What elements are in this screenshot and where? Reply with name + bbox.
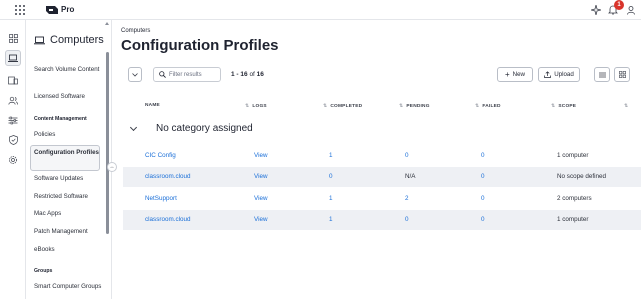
sidebar-item-configuration-profiles[interactable]: Configuration Profiles xyxy=(34,149,102,157)
profile-name-link[interactable]: NetSupport xyxy=(145,195,177,202)
bell-icon[interactable]: 1 xyxy=(606,0,624,17)
scope-text: 2 computers xyxy=(557,195,592,202)
failed-count[interactable]: 0 xyxy=(481,173,485,180)
shield-icon[interactable] xyxy=(5,132,21,148)
collapse-sidebar-button[interactable]: ↔ xyxy=(107,162,117,172)
upload-icon xyxy=(544,71,552,78)
sidebar-section-content-management: Content Management xyxy=(34,116,87,122)
sidebar-item-search-volume-content[interactable]: Search Volume Content xyxy=(34,66,102,74)
table-row[interactable]: classroom.cloud View 0 N/A 0 No scope de… xyxy=(123,167,641,187)
logs-view-link[interactable]: View xyxy=(254,195,268,202)
user-icon[interactable] xyxy=(624,3,638,17)
logs-view-link[interactable]: View xyxy=(254,173,268,180)
sidebar-item-policies[interactable]: Policies xyxy=(34,131,102,139)
jamf-logo-icon xyxy=(46,6,58,14)
column-header-pending[interactable]: ⇅ PENDING xyxy=(399,103,430,109)
breadcrumb[interactable]: Computers xyxy=(121,28,150,34)
grid-view-icon xyxy=(618,71,626,78)
filter-placeholder: Filter results xyxy=(169,71,202,78)
sidebar-item-restricted-software[interactable]: Restricted Software xyxy=(34,193,102,201)
table-row[interactable]: classroom.cloud View 1 0 0 1 computer xyxy=(123,210,641,230)
scope-text: No scope defined xyxy=(557,173,607,180)
sidebar-item-smart-computer-groups[interactable]: Smart Computer Groups xyxy=(34,283,102,291)
page-title: Configuration Profiles xyxy=(121,37,279,54)
scope-text: 1 computer xyxy=(557,152,589,159)
category-chevron-icon[interactable] xyxy=(129,123,138,132)
list-view-button[interactable] xyxy=(594,67,610,82)
sidebar-item-software-updates[interactable]: Software Updates xyxy=(34,175,102,183)
completed-count[interactable]: 0 xyxy=(329,173,333,180)
table-row[interactable]: CIC Config View 1 0 0 1 computer xyxy=(123,146,641,166)
failed-count[interactable]: 0 xyxy=(481,216,485,223)
dashboard-icon[interactable] xyxy=(5,30,21,46)
sidebar-item-ebooks[interactable]: eBooks xyxy=(34,246,102,254)
brand-name: Pro xyxy=(61,5,75,14)
scope-text: 1 computer xyxy=(557,216,589,223)
profile-name-link[interactable]: classroom.cloud xyxy=(145,173,191,180)
top-bar: Pro 1 xyxy=(0,0,641,20)
profile-name-link[interactable]: CIC Config xyxy=(145,152,176,159)
sidebar-item-mac-apps[interactable]: Mac Apps xyxy=(34,210,102,218)
table-row[interactable]: NetSupport View 1 2 0 2 computers xyxy=(123,189,641,209)
profile-name-link[interactable]: classroom.cloud xyxy=(145,216,191,223)
failed-count[interactable]: 0 xyxy=(481,152,485,159)
icon-rail xyxy=(0,20,26,299)
grid-view-button[interactable] xyxy=(614,67,630,82)
sparkle-icon[interactable] xyxy=(589,3,603,17)
category-label: No category assigned xyxy=(156,123,253,134)
completed-count[interactable]: 1 xyxy=(329,216,333,223)
computer-icon[interactable] xyxy=(5,50,21,66)
sidebar-title-text: Computers xyxy=(50,34,104,46)
upload-button[interactable]: Upload xyxy=(538,67,580,82)
settings-sliders-icon[interactable] xyxy=(5,112,21,128)
completed-count[interactable]: 1 xyxy=(329,195,333,202)
column-header-logs[interactable]: ⇅ LOGS xyxy=(245,103,267,109)
search-icon xyxy=(159,71,166,78)
gear-icon[interactable] xyxy=(5,152,21,168)
chevron-down-icon xyxy=(132,72,138,77)
sidebar-title: Computers xyxy=(34,34,104,46)
list-view-icon xyxy=(598,72,606,77)
sidebar-scrollbar[interactable] xyxy=(106,52,109,234)
pending-count[interactable]: 0 xyxy=(405,152,409,159)
pending-count[interactable]: 2 xyxy=(405,195,409,202)
sidebar-item-patch-management[interactable]: Patch Management xyxy=(34,228,102,236)
users-icon[interactable] xyxy=(5,92,21,108)
failed-count[interactable]: 0 xyxy=(481,195,485,202)
column-header-scope[interactable]: ⇅ SCOPE xyxy=(551,103,576,109)
results-count: 1 - 16 of 16 xyxy=(231,71,264,78)
computer-icon xyxy=(34,36,45,44)
pending-count[interactable]: 0 xyxy=(405,216,409,223)
column-header-more[interactable]: ⇅ xyxy=(624,103,631,109)
sidebar-item-licensed-software[interactable]: Licensed Software xyxy=(34,93,102,101)
expand-collapse-button[interactable] xyxy=(128,67,142,82)
logs-view-link[interactable]: View xyxy=(254,216,268,223)
column-header-failed[interactable]: ⇅ FAILED xyxy=(475,103,501,109)
scroll-up-arrow[interactable] xyxy=(105,22,109,25)
column-header-name[interactable]: NAME xyxy=(145,103,160,108)
filter-input[interactable]: Filter results xyxy=(153,67,221,82)
plus-icon: + xyxy=(504,70,510,79)
new-button[interactable]: + New xyxy=(497,67,533,82)
apps-grid-icon[interactable] xyxy=(14,4,26,16)
sidebar-section-groups: Groups xyxy=(34,268,53,274)
logs-view-link[interactable]: View xyxy=(254,152,268,159)
pending-count: N/A xyxy=(405,173,416,180)
notification-badge: 1 xyxy=(614,0,624,10)
column-header-completed[interactable]: ⇅ COMPLETED xyxy=(323,103,362,109)
completed-count[interactable]: 1 xyxy=(329,152,333,159)
devices-icon[interactable] xyxy=(5,72,21,88)
